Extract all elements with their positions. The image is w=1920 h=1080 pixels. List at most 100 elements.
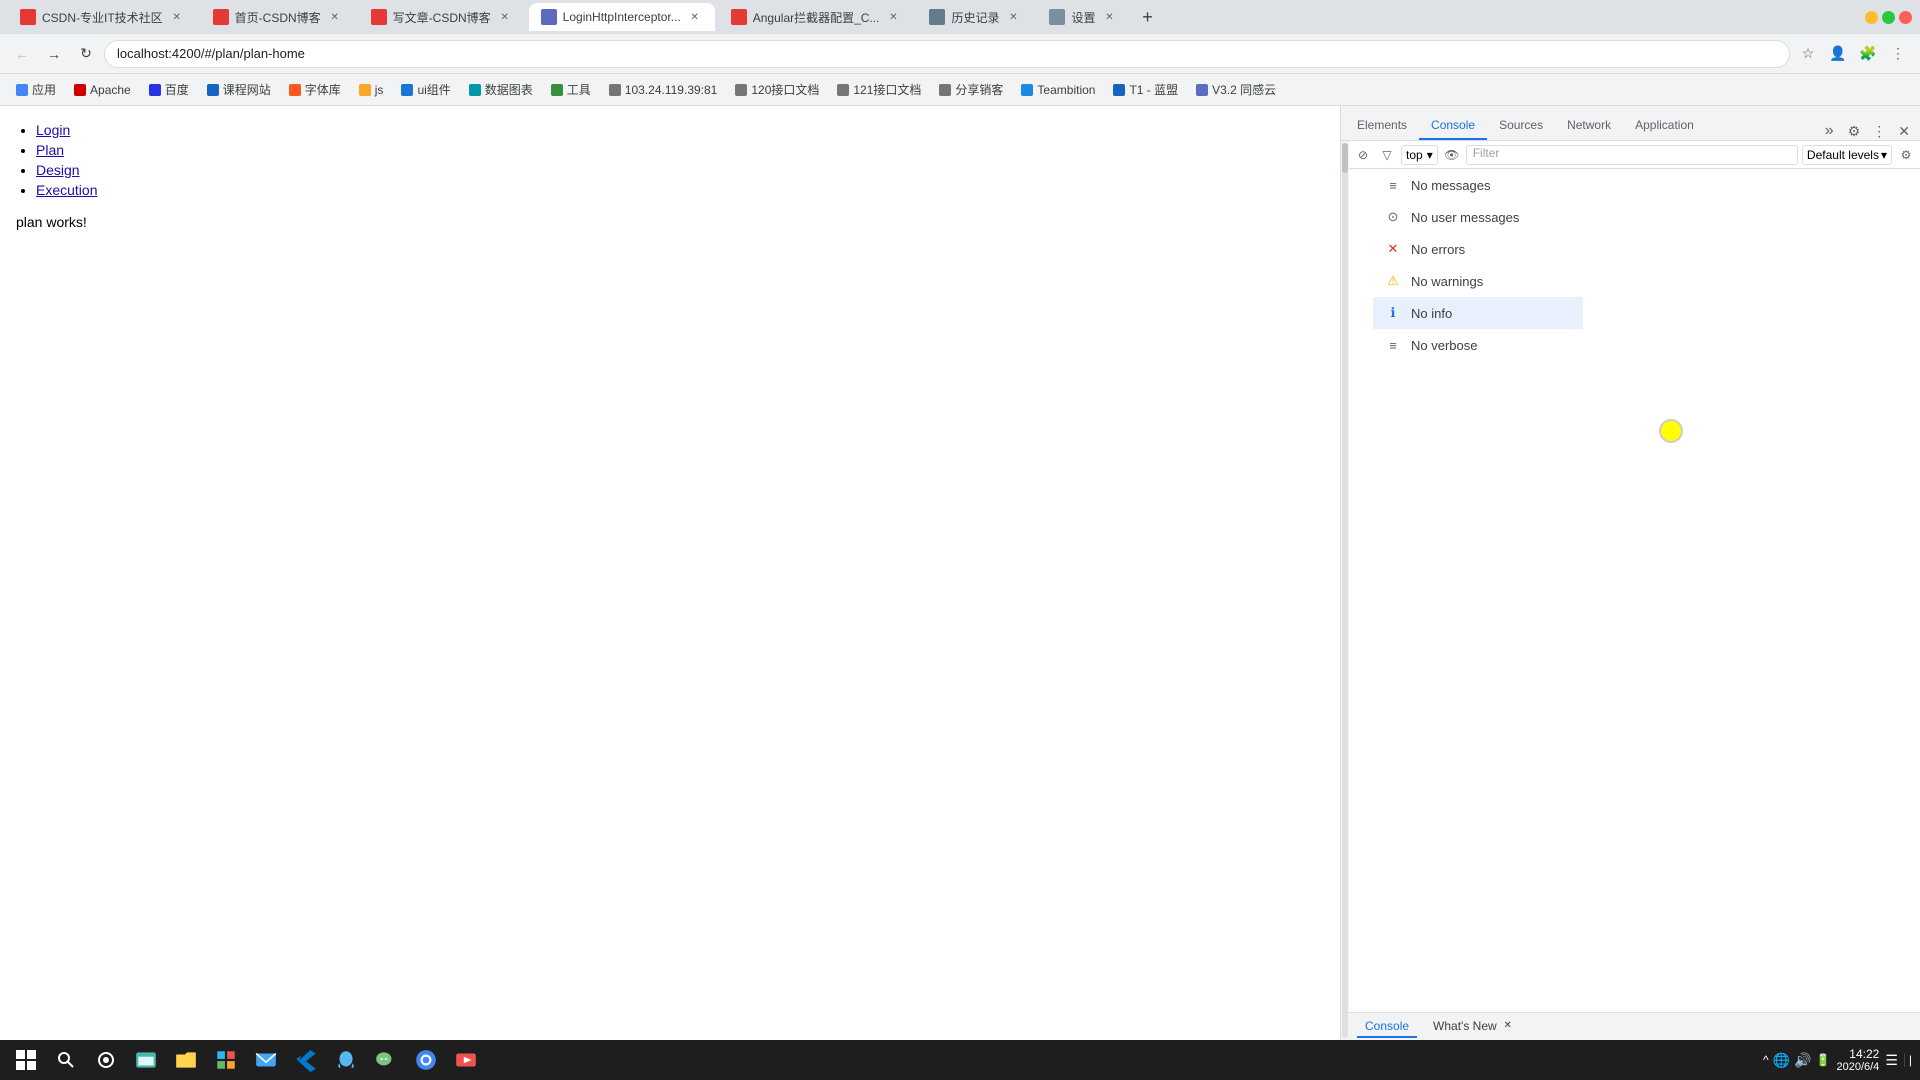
bookmark-v32[interactable]: V3.2 同感云 — [1188, 79, 1284, 101]
bookmark-share[interactable]: 分享销客 — [931, 79, 1011, 101]
bookmark-apps[interactable]: 应用 — [8, 79, 64, 101]
browser-tab-2[interactable]: 首页-CSDN博客 ✕ — [201, 3, 355, 31]
close-button[interactable] — [1899, 11, 1912, 24]
devtools-tab-console[interactable]: Console — [1419, 112, 1487, 140]
tab-favicon-5 — [731, 9, 747, 25]
taskbar-filemanager[interactable] — [168, 1042, 204, 1078]
console-filter-icon[interactable]: ▽ — [1377, 145, 1397, 165]
bottom-tab-close-icon[interactable]: ✕ — [1501, 1019, 1515, 1033]
dropdown-item-warnings[interactable]: ⚠ No warnings — [1373, 265, 1583, 297]
maximize-button[interactable] — [1882, 11, 1895, 24]
context-selector[interactable]: top ▾ — [1401, 145, 1438, 165]
taskbar-store[interactable] — [208, 1042, 244, 1078]
taskbar-vscode[interactable] — [288, 1042, 324, 1078]
start-button[interactable] — [8, 1042, 44, 1078]
search-button[interactable] — [48, 1042, 84, 1078]
bookmark-api1[interactable]: 120接口文档 — [727, 79, 827, 101]
browser-tab-7[interactable]: 设置 ✕ — [1037, 3, 1129, 31]
tab-title-1: CSDN-专业IT技术社区 — [42, 9, 163, 26]
taskbar-media[interactable] — [448, 1042, 484, 1078]
browser-tab-5[interactable]: Angular拦截器配置_C... ✕ — [719, 3, 914, 31]
tab-close-2[interactable]: ✕ — [327, 9, 343, 25]
bookmark-charts[interactable]: 数据图表 — [461, 79, 541, 101]
dropdown-item-info[interactable]: ℹ No info — [1373, 297, 1583, 329]
new-tab-button[interactable]: + — [1134, 3, 1162, 31]
devtools-tab-sources[interactable]: Sources — [1487, 112, 1555, 140]
tab-close-7[interactable]: ✕ — [1102, 9, 1118, 25]
tab-close-1[interactable]: ✕ — [169, 9, 185, 25]
tab-close-4[interactable]: ✕ — [687, 9, 703, 25]
speaker-icon[interactable]: 🔊 — [1794, 1052, 1811, 1069]
taskbar-wechat[interactable] — [368, 1042, 404, 1078]
default-levels-selector[interactable]: Default levels ▾ — [1802, 145, 1892, 165]
nav-link-design[interactable]: Design — [36, 162, 80, 178]
tab-title-4: LoginHttpInterceptor... — [563, 10, 681, 24]
dropdown-item-verbose[interactable]: ≡ No verbose — [1373, 329, 1583, 361]
tab-close-6[interactable]: ✕ — [1005, 9, 1021, 25]
console-filter-input[interactable]: Filter — [1466, 145, 1798, 165]
browser-tab-1[interactable]: CSDN-专业IT技术社区 ✕ — [8, 3, 197, 31]
tab-close-5[interactable]: ✕ — [885, 9, 901, 25]
devtools-tab-network[interactable]: Network — [1555, 112, 1623, 140]
menu-icon[interactable]: ⋮ — [1884, 40, 1912, 68]
scrollbar-thumb[interactable] — [1342, 143, 1348, 173]
console-clear-button[interactable]: ⊘ — [1353, 145, 1373, 165]
taskbar-qq[interactable] — [328, 1042, 364, 1078]
tab-close-3[interactable]: ✕ — [497, 9, 513, 25]
taskbar-chrome[interactable] — [408, 1042, 444, 1078]
dropdown-label-user-messages: No user messages — [1411, 210, 1519, 225]
bookmark-fonts[interactable]: 字体库 — [281, 79, 349, 101]
browser-tab-3[interactable]: 写文章-CSDN博客 ✕ — [359, 3, 525, 31]
bookmark-js[interactable]: js — [351, 79, 392, 101]
eye-icon[interactable]: 👁 — [1442, 145, 1462, 165]
chevron-up-icon[interactable]: ^ — [1763, 1053, 1769, 1067]
taskbar-mail[interactable] — [248, 1042, 284, 1078]
devtools-more-tabs[interactable]: » — [1817, 122, 1842, 140]
browser-tab-6[interactable]: 历史记录 ✕ — [917, 3, 1033, 31]
show-desktop-icon[interactable]: | — [1904, 1053, 1912, 1067]
bookmark-star-icon[interactable]: ☆ — [1794, 40, 1822, 68]
bookmark-ip1[interactable]: 103.24.119.39:81 — [601, 79, 726, 101]
browser-tab-4[interactable]: LoginHttpInterceptor... ✕ — [529, 3, 715, 31]
devtools-options-icon[interactable]: ⋮ — [1866, 123, 1892, 140]
dropdown-item-user-messages[interactable]: ⊙ No user messages — [1373, 201, 1583, 233]
taskbar-explorer[interactable] — [128, 1042, 164, 1078]
profile-icon[interactable]: 👤 — [1824, 40, 1852, 68]
dropdown-item-errors[interactable]: ✕ No errors — [1373, 233, 1583, 265]
nav-link-login[interactable]: Login — [36, 122, 70, 138]
bookmark-api2[interactable]: 121接口文档 — [829, 79, 929, 101]
battery-icon[interactable]: 🔋 — [1816, 1053, 1831, 1067]
bookmark-icon — [149, 84, 161, 96]
dropdown-item-messages[interactable]: ≡ No messages — [1373, 169, 1583, 201]
bookmark-label: 数据图表 — [485, 81, 533, 98]
devtools-close-icon[interactable]: ✕ — [1892, 123, 1916, 140]
bottom-tab-whats-new[interactable]: What's New ✕ — [1425, 1016, 1523, 1038]
forward-button[interactable]: → — [40, 40, 68, 68]
bottom-tab-console[interactable]: Console — [1357, 1016, 1417, 1038]
bookmark-icon — [1113, 84, 1125, 96]
bookmark-apache[interactable]: Apache — [66, 79, 139, 101]
devtools-tab-elements[interactable]: Elements — [1345, 112, 1419, 140]
nav-link-execution[interactable]: Execution — [36, 182, 97, 198]
bookmark-tools[interactable]: 工具 — [543, 79, 599, 101]
network-icon[interactable]: 🌐 — [1773, 1052, 1790, 1069]
devtools-tab-application[interactable]: Application — [1623, 112, 1706, 140]
devtools-vertical-scrollbar[interactable] — [1341, 141, 1349, 1040]
settings-gear-icon[interactable]: ⚙ — [1896, 145, 1916, 165]
extensions-icon[interactable]: 🧩 — [1854, 40, 1882, 68]
taskbar-clock[interactable]: 14:22 2020/6/4 — [1836, 1047, 1879, 1073]
minimize-button[interactable] — [1865, 11, 1878, 24]
task-view-button[interactable] — [88, 1042, 124, 1078]
nav-link-plan[interactable]: Plan — [36, 142, 64, 158]
notification-icon[interactable]: ☰ — [1885, 1052, 1898, 1069]
address-bar[interactable]: localhost:4200/#/plan/plan-home — [104, 40, 1790, 68]
bookmark-baidu[interactable]: 百度 — [141, 79, 197, 101]
devtools-settings-icon[interactable]: ⚙ — [1842, 123, 1867, 140]
scrollbar-track[interactable] — [1342, 143, 1348, 1038]
bookmark-ui[interactable]: ui组件 — [393, 79, 458, 101]
bookmark-t1[interactable]: T1 - 蓝盟 — [1105, 79, 1186, 101]
back-button[interactable]: ← — [8, 40, 36, 68]
bookmark-course[interactable]: 课程网站 — [199, 79, 279, 101]
reload-button[interactable]: ↻ — [72, 40, 100, 68]
bookmark-teambition[interactable]: Teambition — [1013, 79, 1103, 101]
